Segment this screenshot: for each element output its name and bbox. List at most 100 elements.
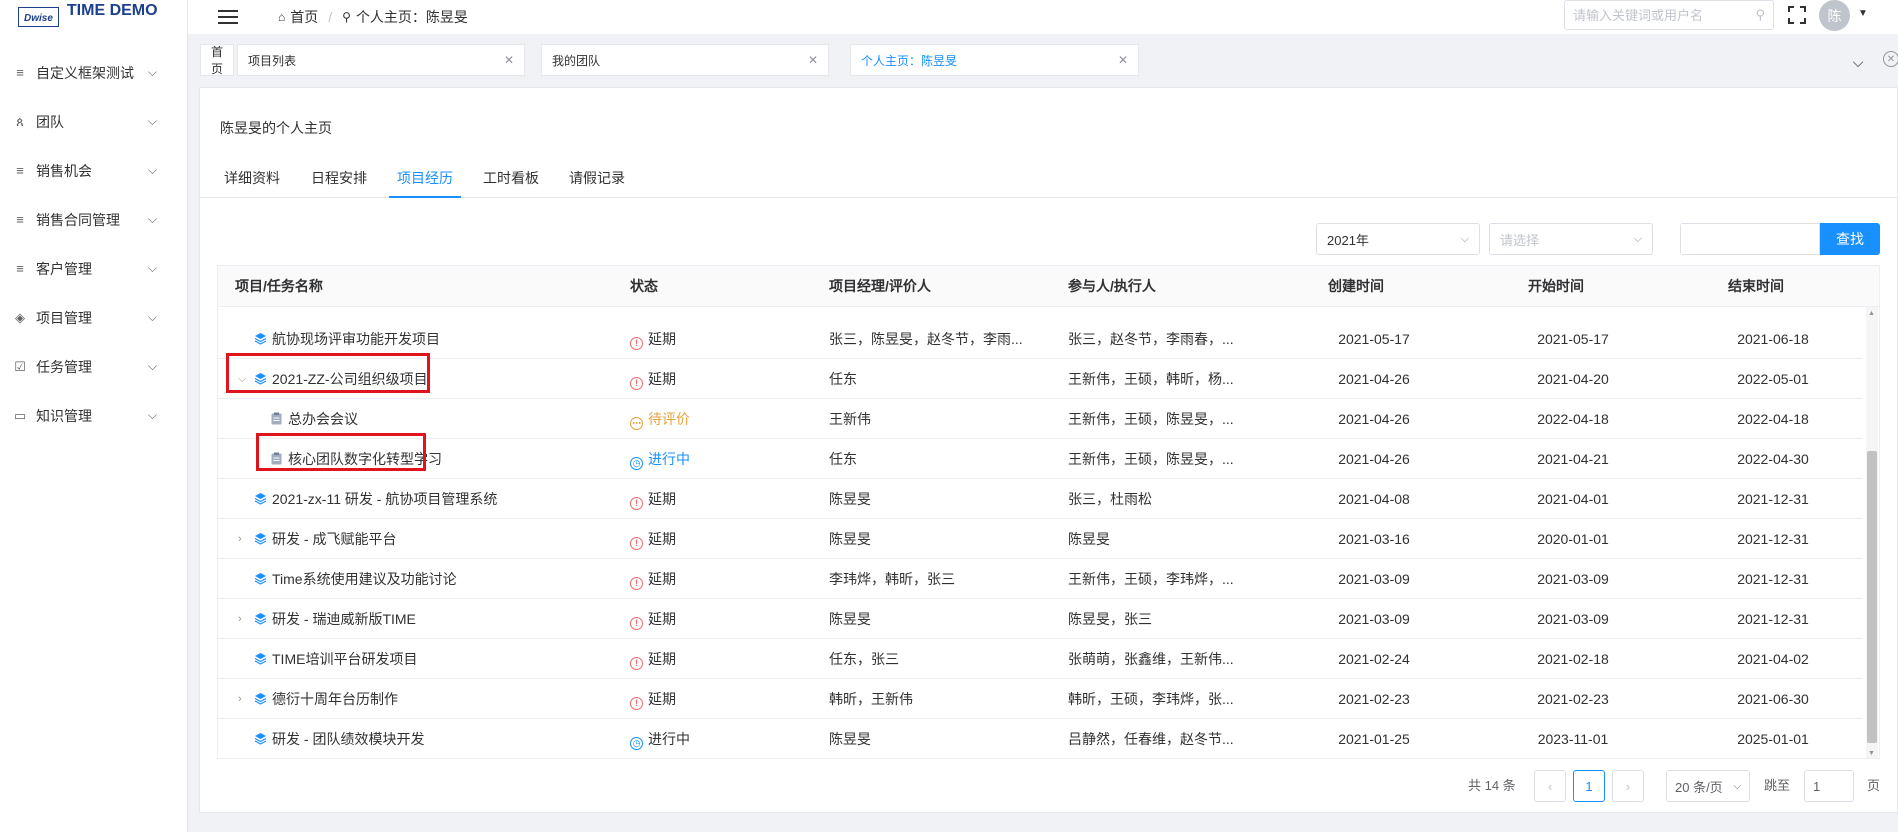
next-page-button[interactable]: ›: [1612, 770, 1644, 802]
table-row[interactable]: › 研发 - 成飞赋能平台 ! 延期 陈昱旻 陈昱旻 2021-03-16 202…: [218, 519, 1862, 559]
table-row[interactable]: 2021-zx-11 研发 - 航协项目管理系统 ! 延期 陈昱旻 张三，杜雨松 …: [218, 479, 1862, 519]
column-header-name: 项目/任务名称: [235, 278, 323, 294]
row-name[interactable]: 2021-ZZ-公司组织级项目: [272, 359, 602, 399]
sidebar-item-sales-contract[interactable]: ≡ 销售合同管理 ⌵: [0, 195, 187, 244]
row-name[interactable]: Time系统使用建议及功能讨论: [272, 559, 602, 599]
status-text: 进行中: [648, 731, 690, 747]
clipboard-icon: [271, 412, 282, 425]
layers-icon: ◈: [15, 309, 25, 325]
table-header: 项目/任务名称 状态 项目经理/评价人 参与人/执行人 创建时间 开始时间 结束…: [218, 266, 1879, 307]
row-name[interactable]: 2021-zx-11 研发 - 航协项目管理系统: [272, 479, 602, 519]
row-name[interactable]: 研发 - 瑞迪威新版TIME: [272, 599, 602, 639]
layers-icon: [254, 733, 267, 745]
page-tab-project-list[interactable]: 项目列表 ✕: [237, 44, 525, 76]
page-tab-home[interactable]: 首页: [200, 44, 234, 76]
year-select-value: 2021年: [1327, 232, 1369, 248]
table-body: 航协现场评审功能开发项目 ! 延期 张三，陈昱旻，赵冬节，李雨... 张三，赵冬节…: [218, 307, 1862, 758]
expand-chevron-icon[interactable]: ›: [238, 519, 242, 559]
table-row[interactable]: › 德衍十周年台历制作 ! 延期 韩昕，王新伟 韩昕，王硕，李玮烨，张... 20…: [218, 679, 1862, 719]
page-number-button[interactable]: 1: [1573, 770, 1605, 802]
row-name[interactable]: 航协现场评审功能开发项目: [272, 319, 602, 359]
scroll-up-arrow-icon[interactable]: ▲: [1868, 310, 1875, 317]
row-start: 2021-05-17: [1537, 331, 1609, 347]
keyword-field: [1680, 223, 1820, 255]
find-button[interactable]: 查找: [1820, 223, 1880, 255]
keyword-input[interactable]: [1681, 224, 1819, 254]
alert-circle-icon: !: [630, 577, 643, 590]
row-end: 2022-05-01: [1737, 371, 1809, 387]
row-name[interactable]: 研发 - 团队绩效模块开发: [272, 719, 602, 758]
sidebar-item-project[interactable]: ◈ 项目管理 ⌵: [0, 293, 187, 342]
prev-page-button[interactable]: ‹: [1534, 770, 1566, 802]
expand-chevron-icon[interactable]: ›: [238, 679, 242, 719]
page-size-select[interactable]: 20 条/页 ⌵: [1666, 770, 1750, 802]
jump-page-input[interactable]: [1805, 771, 1853, 801]
clock-icon: ◷: [630, 737, 643, 750]
hamburger-menu-icon[interactable]: [218, 10, 238, 24]
row-manager: 陈昱旻: [829, 731, 871, 747]
sidebar-item-knowledge[interactable]: ▭ 知识管理 ⌵: [0, 391, 187, 440]
project-table: 项目/任务名称 状态 项目经理/评价人 参与人/执行人 创建时间 开始时间 结束…: [217, 265, 1880, 759]
row-manager: 李玮烨，韩昕，张三: [829, 571, 955, 587]
row-end: 2025-01-01: [1737, 731, 1809, 747]
page-tab-label: 我的团队: [552, 53, 601, 68]
app-logo[interactable]: Dwise TIME DEMO: [0, 0, 187, 34]
search-icon[interactable]: ⚲: [1755, 7, 1765, 23]
status-text: 延期: [648, 691, 676, 707]
chevron-down-icon: ⌵: [1633, 232, 1642, 245]
scrollbar-thumb[interactable]: [1867, 451, 1877, 743]
sidebar-item-label: 销售合同管理: [36, 211, 120, 228]
table-row[interactable]: Time系统使用建议及功能讨论 ! 延期 李玮烨，韩昕，张三 王新伟，王硕，李玮烨…: [218, 559, 1862, 599]
row-created: 2021-04-26: [1338, 411, 1410, 427]
table-row[interactable]: 研发 - 团队绩效模块开发 ◷ 进行中 陈昱旻 吕静然，任春维，赵冬节... 20…: [218, 719, 1862, 758]
tab-timesheet[interactable]: 工时看板: [475, 158, 547, 198]
sidebar-item-custom-framework[interactable]: ≡ 自定义框架测试 ⌵: [0, 48, 187, 97]
tab-project-history[interactable]: 项目经历: [389, 158, 461, 198]
row-name[interactable]: TIME培训平台研发项目: [272, 639, 602, 679]
table-row[interactable]: TIME培训平台研发项目 ! 延期 任东，张三 张萌萌，张鑫维，王新伟... 20…: [218, 639, 1862, 679]
collapse-chevron-icon[interactable]: ⌵: [238, 359, 246, 399]
sidebar-item-team[interactable]: ጰ 团队 ⌵: [0, 97, 187, 146]
year-select[interactable]: 2021年 ⌵: [1316, 223, 1480, 255]
row-end: 2021-04-02: [1737, 651, 1809, 667]
table-scrollbar[interactable]: ▲ ▼: [1866, 307, 1878, 758]
tabs-more-chevron-icon[interactable]: ⌵: [1844, 48, 1872, 76]
sidebar-item-customer[interactable]: ≡ 客户管理 ⌵: [0, 244, 187, 293]
table-row[interactable]: › 研发 - 瑞迪威新版TIME ! 延期 陈昱旻 陈昱旻，张三 2021-03-…: [218, 599, 1862, 639]
table-row[interactable]: 核心团队数字化转型学习 ◷ 进行中 任东 王新伟，王硕，陈昱旻，... 2021-…: [218, 439, 1862, 479]
sidebar-item-sales-opportunity[interactable]: ≡ 销售机会 ⌵: [0, 146, 187, 195]
layers-icon: [254, 653, 267, 665]
chevron-down-icon: ⌵: [1733, 780, 1741, 792]
scroll-down-arrow-icon[interactable]: ▼: [1868, 750, 1875, 757]
status-select[interactable]: 请选择 ⌵: [1489, 223, 1653, 255]
tab-schedule[interactable]: 日程安排: [303, 158, 375, 198]
breadcrumb-home[interactable]: 首页: [290, 7, 318, 27]
sidebar-item-task[interactable]: ☑ 任务管理 ⌵: [0, 342, 187, 391]
layers-icon: [254, 613, 267, 625]
global-search-input[interactable]: [1573, 7, 1756, 23]
row-name[interactable]: 核心团队数字化转型学习: [288, 439, 608, 479]
row-manager: 任东: [829, 371, 857, 387]
expand-chevron-icon[interactable]: ›: [238, 599, 242, 639]
row-name[interactable]: 德衍十周年台历制作: [272, 679, 602, 719]
close-icon[interactable]: ✕: [504, 53, 514, 67]
row-name[interactable]: 研发 - 成飞赋能平台: [272, 519, 602, 559]
fullscreen-icon[interactable]: [1788, 6, 1806, 24]
table-row[interactable]: 航协现场评审功能开发项目 ! 延期 张三，陈昱旻，赵冬节，李雨... 张三，赵冬节…: [218, 319, 1862, 359]
caret-down-icon[interactable]: ▼: [1858, 8, 1868, 19]
sidebar-item-label: 知识管理: [36, 407, 92, 424]
close-icon[interactable]: ✕: [808, 53, 818, 67]
row-name[interactable]: 总办会会议: [288, 399, 608, 439]
table-row[interactable]: ⌵ 2021-ZZ-公司组织级项目 ! 延期 任东 王新伟，王硕，韩昕，杨... …: [218, 359, 1862, 399]
close-icon[interactable]: ✕: [1118, 53, 1128, 67]
list-icon: ≡: [16, 261, 24, 276]
avatar[interactable]: 陈: [1819, 0, 1850, 31]
chevron-down-icon: ⌵: [147, 65, 157, 79]
close-all-tabs-icon[interactable]: ✕: [1883, 51, 1898, 67]
row-created: 2021-02-23: [1338, 691, 1410, 707]
page-tab-personal-home[interactable]: 个人主页：陈昱旻 ✕: [850, 44, 1139, 76]
tab-leave-records[interactable]: 请假记录: [561, 158, 633, 198]
table-row[interactable]: 总办会会议 ⋯ 待评价 王新伟 王新伟，王硕，陈昱旻，... 2021-04-26…: [218, 399, 1862, 439]
page-tab-my-team[interactable]: 我的团队 ✕: [541, 44, 829, 76]
tab-details[interactable]: 详细资料: [216, 158, 288, 198]
